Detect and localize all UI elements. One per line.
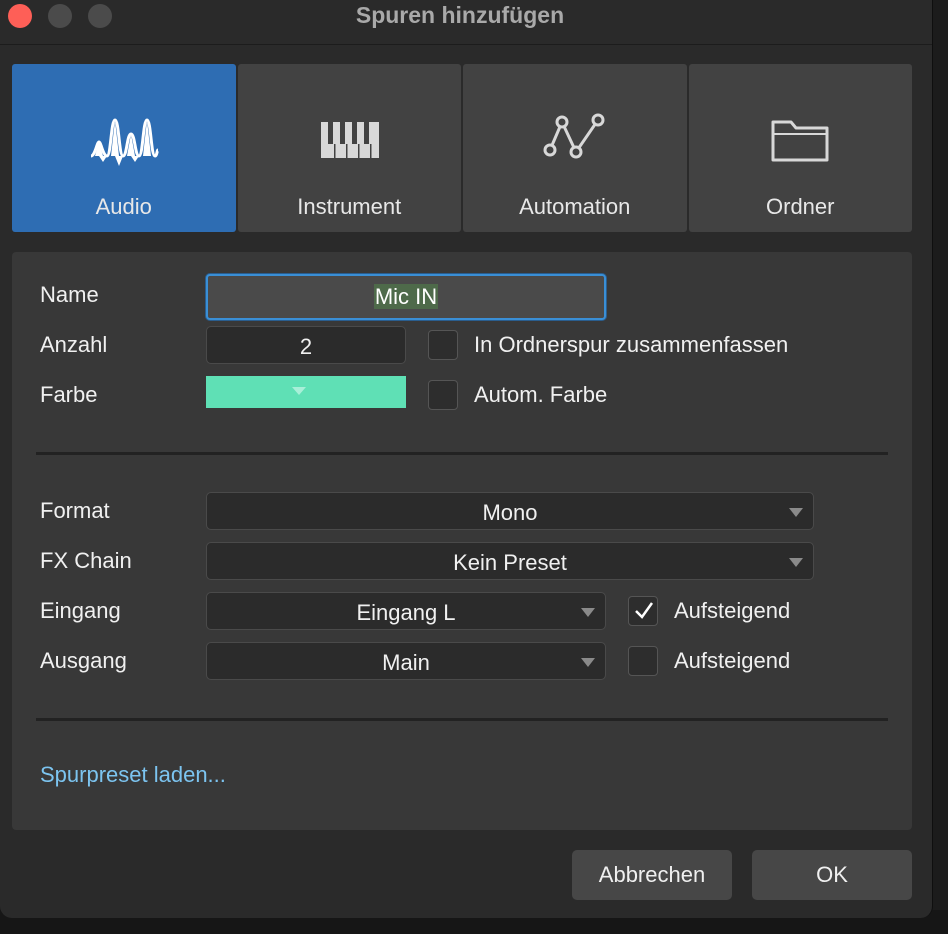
count-value: 2 (299, 334, 313, 359)
name-input[interactable]: Mic IN (206, 274, 606, 320)
format-value: Mono (482, 500, 538, 525)
color-label: Farbe (40, 382, 98, 407)
track-type-tabs: Audio Instrument Automation Ordner (12, 64, 912, 232)
piano-keys-icon (321, 122, 380, 158)
color-picker[interactable] (206, 376, 406, 408)
chevron-down-icon (581, 608, 595, 617)
auto-color-label: Autom. Farbe (474, 382, 608, 407)
output-label: Ausgang (40, 648, 127, 673)
count-input[interactable]: 2 (206, 326, 406, 364)
cancel-button[interactable]: Abbrechen (572, 850, 732, 900)
input-ascending-label: Aufsteigend (674, 598, 791, 623)
automation-curve-icon (543, 113, 605, 159)
audio-waveform-icon (90, 118, 159, 166)
output-select[interactable]: Main (206, 642, 606, 680)
load-track-preset-link[interactable]: Spurpreset laden... (40, 762, 226, 788)
folder-icon (771, 120, 829, 162)
tab-ordner[interactable]: Ordner (688, 64, 912, 232)
tab-audio[interactable]: Audio (12, 64, 236, 232)
tab-label: Automation (519, 194, 631, 219)
folder-combine-label: In Ordnerspur zusammenfassen (474, 332, 789, 357)
output-ascending-checkbox[interactable] (628, 646, 658, 676)
chevron-down-icon (789, 558, 803, 567)
add-tracks-dialog: Spuren hinzufügen Audio Instrument Autom… (0, 0, 933, 918)
chevron-down-icon (581, 658, 595, 667)
input-label: Eingang (40, 598, 121, 623)
checkmark-icon (635, 602, 654, 619)
fx-chain-value: Kein Preset (453, 550, 567, 575)
title-bar: Spuren hinzufügen (0, 0, 932, 45)
tab-automation[interactable]: Automation (463, 64, 687, 232)
chevron-down-icon (292, 387, 306, 395)
divider (36, 718, 888, 721)
count-label: Anzahl (40, 332, 108, 357)
fx-chain-select[interactable]: Kein Preset (206, 542, 814, 580)
fx-chain-label: FX Chain (40, 548, 132, 573)
format-label: Format (40, 498, 110, 523)
folder-combine-checkbox[interactable] (428, 330, 458, 360)
name-value: Mic IN (373, 284, 439, 309)
divider (36, 452, 888, 455)
tab-label: Ordner (766, 194, 835, 219)
name-label: Name (40, 282, 99, 307)
tab-label: Audio (95, 194, 152, 219)
ok-button[interactable]: OK (752, 850, 912, 900)
chevron-down-icon (789, 508, 803, 517)
format-select[interactable]: Mono (206, 492, 814, 530)
dialog-title: Spuren hinzufügen (355, 2, 565, 28)
tab-label: Instrument (297, 194, 402, 219)
track-settings-panel: Name Mic IN Anzahl 2 In Ordnerspur zusam… (12, 252, 912, 830)
output-value: Main (382, 650, 430, 675)
auto-color-checkbox[interactable] (428, 380, 458, 410)
background-window-edge (932, 0, 948, 934)
input-select[interactable]: Eingang L (206, 592, 606, 630)
tab-instrument[interactable]: Instrument (237, 64, 461, 232)
output-ascending-label: Aufsteigend (674, 648, 791, 673)
input-value: Eingang L (356, 600, 456, 625)
input-ascending-checkbox[interactable] (628, 596, 658, 626)
